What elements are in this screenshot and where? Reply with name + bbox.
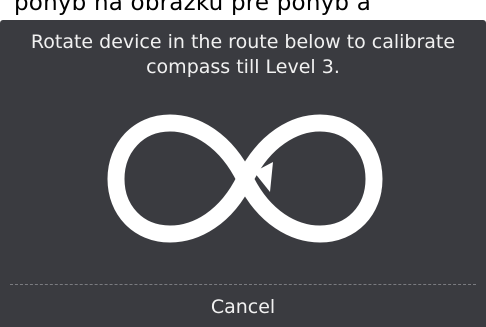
background-text: pohyb na obrázku pre pohyb a: [14, 0, 372, 16]
compass-calibration-dialog: Rotate device in the route below to cali…: [0, 20, 486, 327]
cancel-button[interactable]: Cancel: [10, 286, 476, 327]
button-divider: [10, 284, 476, 285]
infinity-figure-eight-icon: [107, 114, 383, 243]
